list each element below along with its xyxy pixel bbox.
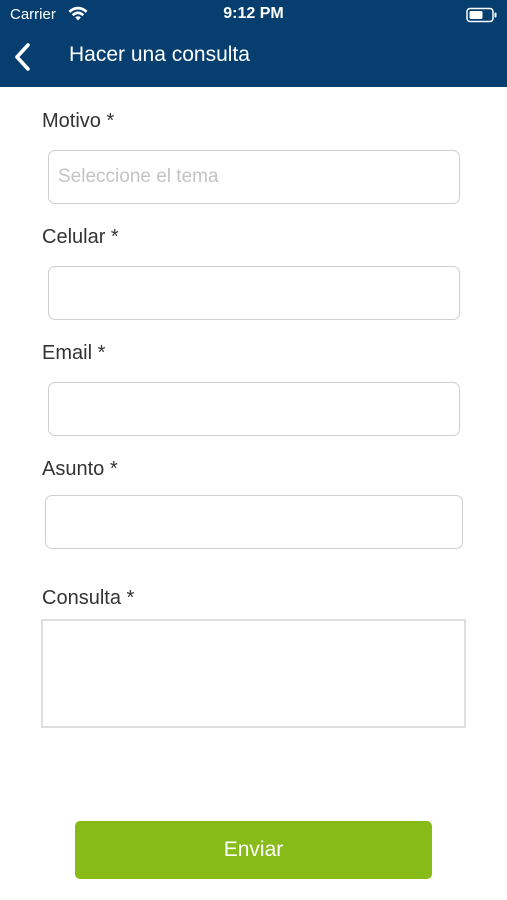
screen: Carrier 9:12 PM Hacer una consulta Motiv… (0, 0, 507, 900)
email-field[interactable] (48, 382, 460, 436)
consulta-textarea[interactable] (41, 619, 466, 728)
submit-button[interactable]: Enviar (75, 821, 432, 879)
header: Carrier 9:12 PM Hacer una consulta (0, 0, 507, 87)
battery-icon (466, 7, 497, 23)
asunto-field[interactable] (45, 495, 463, 549)
page-title: Hacer una consulta (69, 43, 250, 66)
asunto-label: Asunto * (42, 458, 118, 480)
back-button[interactable] (6, 40, 40, 74)
consulta-label: Consulta * (42, 587, 135, 609)
email-label: Email * (42, 342, 106, 364)
status-bar: Carrier 9:12 PM (0, 0, 507, 30)
celular-field[interactable] (48, 266, 460, 320)
celular-label: Celular * (42, 226, 119, 248)
status-time: 9:12 PM (223, 5, 284, 22)
motivo-select[interactable] (48, 150, 460, 204)
chevron-left-icon (15, 43, 30, 71)
motivo-label: Motivo * (42, 110, 115, 132)
